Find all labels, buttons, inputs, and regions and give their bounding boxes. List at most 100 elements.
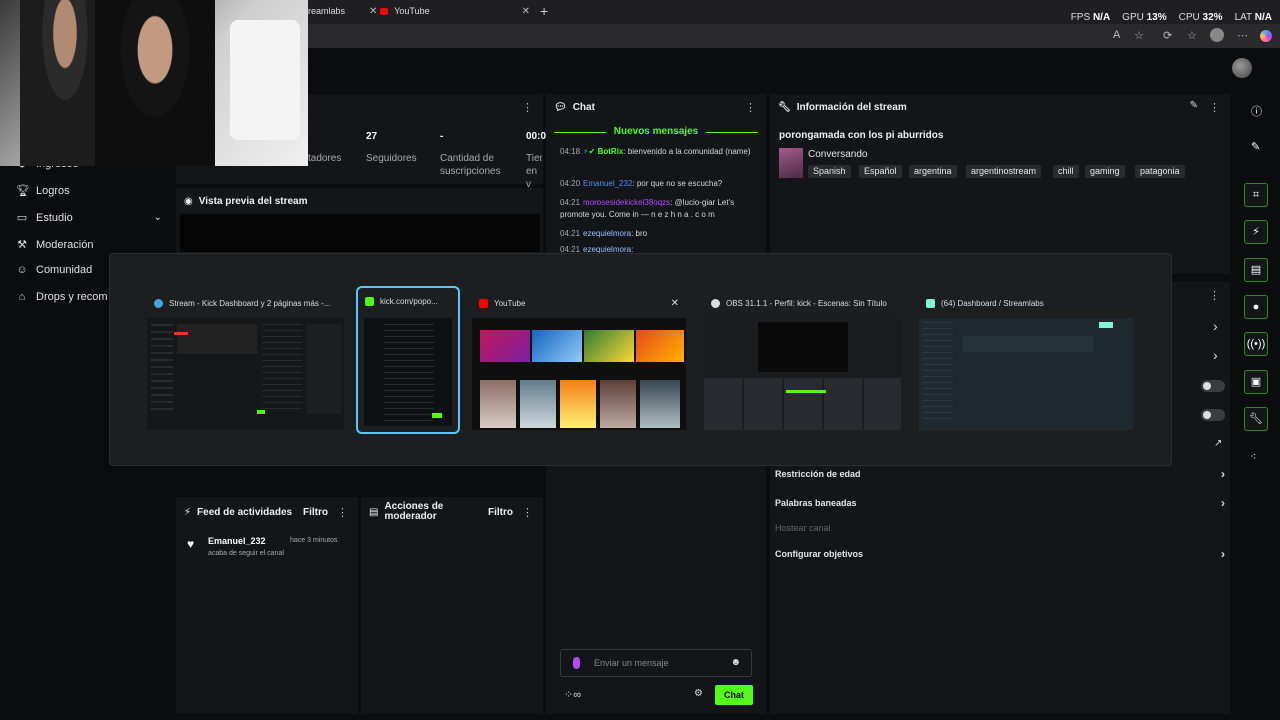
- profile-icon[interactable]: [1210, 28, 1224, 42]
- stat-label: Cantidad de suscripciones: [440, 153, 501, 177]
- tab-streamlabs[interactable]: reamlabs ✕: [308, 0, 377, 22]
- webcam-overlay: [0, 0, 308, 166]
- activity-user[interactable]: Emanuel_232: [208, 536, 266, 546]
- emoji-icon[interactable]: ☻: [730, 657, 741, 668]
- filter-button[interactable]: Filtro: [488, 507, 513, 518]
- read-aloud-icon[interactable]: A: [1113, 29, 1120, 41]
- tag[interactable]: Español: [859, 165, 902, 178]
- settings-row[interactable]: Palabras baneadas ›: [775, 496, 1225, 510]
- message-user[interactable]: ezequielmora: [583, 229, 631, 238]
- panel-title: Información del stream: [796, 101, 907, 113]
- lightning-icon: ⚡: [184, 506, 192, 518]
- message-user[interactable]: BotRix: [598, 147, 624, 156]
- window-thumbnail-selected[interactable]: kick.com/popo...: [356, 286, 460, 434]
- tag[interactable]: patagonia: [1135, 165, 1185, 178]
- rail-button-layout[interactable]: ▣: [1244, 370, 1268, 394]
- sidebar-item-estudio[interactable]: ▭ Estudio ⌄: [16, 211, 162, 225]
- pencil-icon[interactable]: ✎: [1251, 140, 1260, 153]
- tag[interactable]: chill: [1053, 165, 1079, 178]
- info-icon[interactable]: ⓘ: [1251, 103, 1262, 119]
- mod-actions-panel: ▤ Acciones de moderador Filtro ⋮: [361, 497, 543, 714]
- message-user[interactable]: ezequielmora: [583, 245, 631, 253]
- preview-icon: ◉: [184, 195, 193, 207]
- window-thumbnail[interactable]: YouTube ✕: [472, 290, 686, 430]
- more-options-icon[interactable]: ⋮: [522, 506, 533, 519]
- settings-row[interactable]: Configurar objetivos ›: [775, 547, 1225, 561]
- chevron-right-icon: ›: [1221, 496, 1225, 510]
- new-tab-button[interactable]: +: [540, 3, 548, 19]
- rail-button-tools[interactable]: 🔧︎: [1244, 407, 1268, 431]
- tag[interactable]: argentinostream: [966, 165, 1042, 178]
- chevron-right-icon: ›: [1221, 547, 1225, 561]
- dots-cluster-icon[interactable]: ⁖: [1250, 450, 1256, 463]
- toggle-switch[interactable]: [1201, 380, 1225, 392]
- panel-header: 💬︎ Chat: [546, 94, 766, 120]
- copilot-icon[interactable]: [1260, 30, 1272, 42]
- chevron-right-icon[interactable]: ›: [1213, 318, 1218, 334]
- close-icon[interactable]: ✕: [671, 298, 679, 309]
- extension-icon[interactable]: ⟳: [1163, 29, 1172, 42]
- external-link-icon[interactable]: ↗: [1214, 438, 1222, 449]
- chat-message: 04:21 ezequielmora:: [560, 245, 634, 253]
- close-icon[interactable]: ✕: [522, 6, 530, 17]
- more-options-icon[interactable]: ⋮: [1209, 101, 1220, 114]
- panel-header: 🔧︎ Información del stream: [770, 94, 1230, 120]
- window-thumbnail[interactable]: (64) Dashboard / Streamlabs: [919, 290, 1133, 430]
- window-preview: [147, 318, 344, 430]
- more-options-icon[interactable]: ⋮: [1209, 289, 1220, 302]
- favorites-icon[interactable]: ☆: [1187, 29, 1197, 42]
- sidebar-item-logros[interactable]: 🏆︎ Logros: [16, 184, 70, 198]
- settings-row[interactable]: Restricción de edad ›: [775, 467, 1225, 481]
- rail-button-broadcast[interactable]: ((•)): [1244, 332, 1268, 356]
- tag[interactable]: Spanish: [808, 165, 851, 178]
- avatar[interactable]: [1232, 58, 1252, 78]
- category-name[interactable]: Conversando: [808, 149, 867, 160]
- tag[interactable]: gaming: [1085, 165, 1125, 178]
- stat-label: tadores: [308, 153, 342, 164]
- rail-button-capture[interactable]: ⌗: [1244, 183, 1268, 207]
- window-thumbnail[interactable]: OBS 31.1.1 - Perfil: kick - Escenas: Sin…: [704, 290, 901, 430]
- stream-info-panel: 🔧︎ Información del stream ✎ ⋮: [770, 94, 1230, 274]
- verified-icon: ✔: [588, 147, 596, 156]
- microphone-icon[interactable]: [573, 657, 580, 669]
- window-thumbnail[interactable]: Stream - Kick Dashboard y 2 páginas más …: [147, 290, 344, 430]
- chevron-down-icon: ⌄: [153, 212, 162, 223]
- rail-button-notes[interactable]: ▤: [1244, 258, 1268, 282]
- toggle-switch[interactable]: [1201, 409, 1225, 421]
- kick-points-icon[interactable]: ⁘∞: [564, 688, 581, 701]
- chat-input[interactable]: Enviar un mensaje ☻: [560, 649, 752, 677]
- more-icon[interactable]: ⋯: [1237, 29, 1248, 42]
- more-options-icon[interactable]: ⋮: [337, 506, 348, 519]
- rail-button-chat[interactable]: ●: [1244, 295, 1268, 319]
- message-time: 04:21: [560, 229, 581, 238]
- filter-button[interactable]: Filtro: [303, 507, 328, 518]
- gear-icon[interactable]: ⚙: [694, 688, 703, 699]
- message-user[interactable]: Emanuel_232: [583, 179, 632, 188]
- chevron-right-icon[interactable]: ›: [1213, 347, 1218, 363]
- sidebar-item-drops[interactable]: ⌂ Drops y recom: [16, 291, 108, 303]
- close-icon[interactable]: ✕: [369, 6, 377, 17]
- obs-icon: [711, 298, 720, 308]
- sidebar-item-comunidad[interactable]: ☺ Comunidad: [16, 264, 92, 276]
- send-chat-button[interactable]: Chat: [715, 685, 753, 705]
- tab-youtube[interactable]: YouTube ✕: [380, 0, 530, 22]
- edit-icon[interactable]: ✎: [1190, 100, 1198, 111]
- star-icon[interactable]: ☆: [1134, 29, 1144, 42]
- video-preview[interactable]: [180, 214, 540, 252]
- more-options-icon[interactable]: ⋮: [745, 101, 756, 114]
- capture-icon: ⌗: [1252, 189, 1260, 201]
- sidebar-item-label: Drops y recom: [36, 291, 108, 303]
- rail-button-flash[interactable]: ⚡: [1244, 220, 1268, 244]
- window-title-bar: (64) Dashboard / Streamlabs: [919, 290, 1133, 316]
- panel-title: Chat: [572, 101, 595, 113]
- tag[interactable]: argentina: [909, 165, 957, 178]
- stat-value: -: [440, 131, 444, 142]
- wrench-icon: 🔧︎: [1249, 413, 1263, 425]
- sidebar-item-moderacion[interactable]: ⚒ Moderación: [16, 238, 93, 252]
- category-thumbnail[interactable]: [779, 148, 803, 178]
- gift-icon: ⌂: [18, 291, 26, 303]
- message-user[interactable]: morosesidekickel38oqzs: [583, 198, 670, 207]
- new-messages-divider[interactable]: Nuevos mensajes: [554, 126, 758, 137]
- more-options-icon[interactable]: ⋮: [522, 101, 533, 114]
- heart-icon: ♥: [187, 537, 195, 551]
